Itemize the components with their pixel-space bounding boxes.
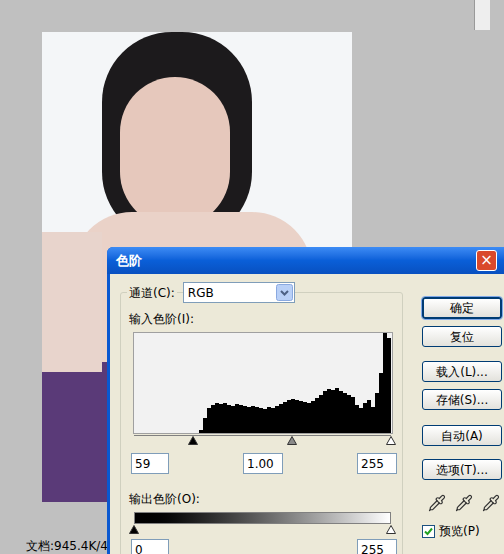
- dialog-button[interactable]: 存储(S)...: [422, 389, 502, 410]
- eyedropper-icon[interactable]: [482, 494, 500, 512]
- dialog-button[interactable]: 复位: [422, 326, 502, 347]
- status-bar: 文档:945.4K/4.6: [26, 539, 119, 553]
- dialog-button[interactable]: 选项(T)...: [422, 459, 502, 480]
- histogram-bar: [387, 338, 391, 433]
- preview-checkbox[interactable]: 预览(P): [422, 522, 502, 540]
- output-slider[interactable]: [134, 525, 391, 535]
- levels-group: 通道(C):RGB输入色阶(I):591.00255输出色阶(O):0255: [120, 292, 403, 554]
- eyedropper-icon[interactable]: [428, 494, 446, 512]
- input-fields: 59 1.00 255: [131, 453, 397, 474]
- black-point-handle[interactable]: [188, 436, 198, 445]
- channel-row: 通道(C): RGB: [127, 282, 402, 303]
- button-column: 确定复位载入(L)... 存储(S)... 自动(A) 选项(T)... 预览(P): [422, 297, 502, 554]
- output-black-field[interactable]: 0: [131, 539, 169, 554]
- desktop: 文档:945.4K/4.6 色阶 × 通道(C): RGB 输入色阶(I): 59 1.00 2…: [0, 0, 504, 554]
- check-icon: [424, 527, 433, 536]
- dialog-button[interactable]: 确定: [422, 297, 502, 319]
- output-fields: 0 255: [131, 539, 397, 554]
- input-levels-label: 输入色阶(I):: [129, 310, 402, 328]
- dialog-body: 通道(C): RGB 输入色阶(I): 59 1.00 255 输出色阶(O): 0 255 确定…: [110, 274, 504, 554]
- input-gray-field[interactable]: 1.00: [243, 453, 283, 474]
- histogram: [133, 332, 393, 434]
- scrollbar[interactable]: [474, 0, 490, 30]
- output-levels-label: 输出色阶(O):: [129, 490, 402, 508]
- dropdown-arrow-icon[interactable]: [276, 284, 293, 301]
- title-bar[interactable]: 色阶 ×: [107, 247, 504, 274]
- output-white-field[interactable]: 255: [357, 539, 397, 554]
- input-slider[interactable]: [134, 435, 391, 446]
- output-gradient: [134, 512, 391, 524]
- eyedropper-icon[interactable]: [455, 494, 473, 512]
- gray-point-handle[interactable]: [287, 436, 297, 445]
- levels-dialog: 色阶 × 通道(C): RGB 输入色阶(I): 59 1.00 255 输出色阶(O): 0 25…: [107, 247, 504, 554]
- close-button[interactable]: ×: [476, 250, 497, 271]
- dialog-button[interactable]: 自动(A): [422, 425, 502, 446]
- output-white-handle[interactable]: [386, 525, 396, 534]
- preview-label: 预览(P): [439, 522, 480, 540]
- title: 色阶: [116, 251, 142, 271]
- channel-label: 通道(C):: [127, 284, 177, 302]
- eyedropper-row: [422, 494, 502, 512]
- dialog-button[interactable]: 载入(L)...: [422, 361, 502, 382]
- input-black-field[interactable]: 59: [131, 453, 169, 474]
- input-white-field[interactable]: 255: [357, 453, 397, 474]
- white-point-handle[interactable]: [386, 436, 396, 445]
- channel-select[interactable]: RGB: [183, 282, 295, 303]
- output-black-handle[interactable]: [129, 525, 139, 534]
